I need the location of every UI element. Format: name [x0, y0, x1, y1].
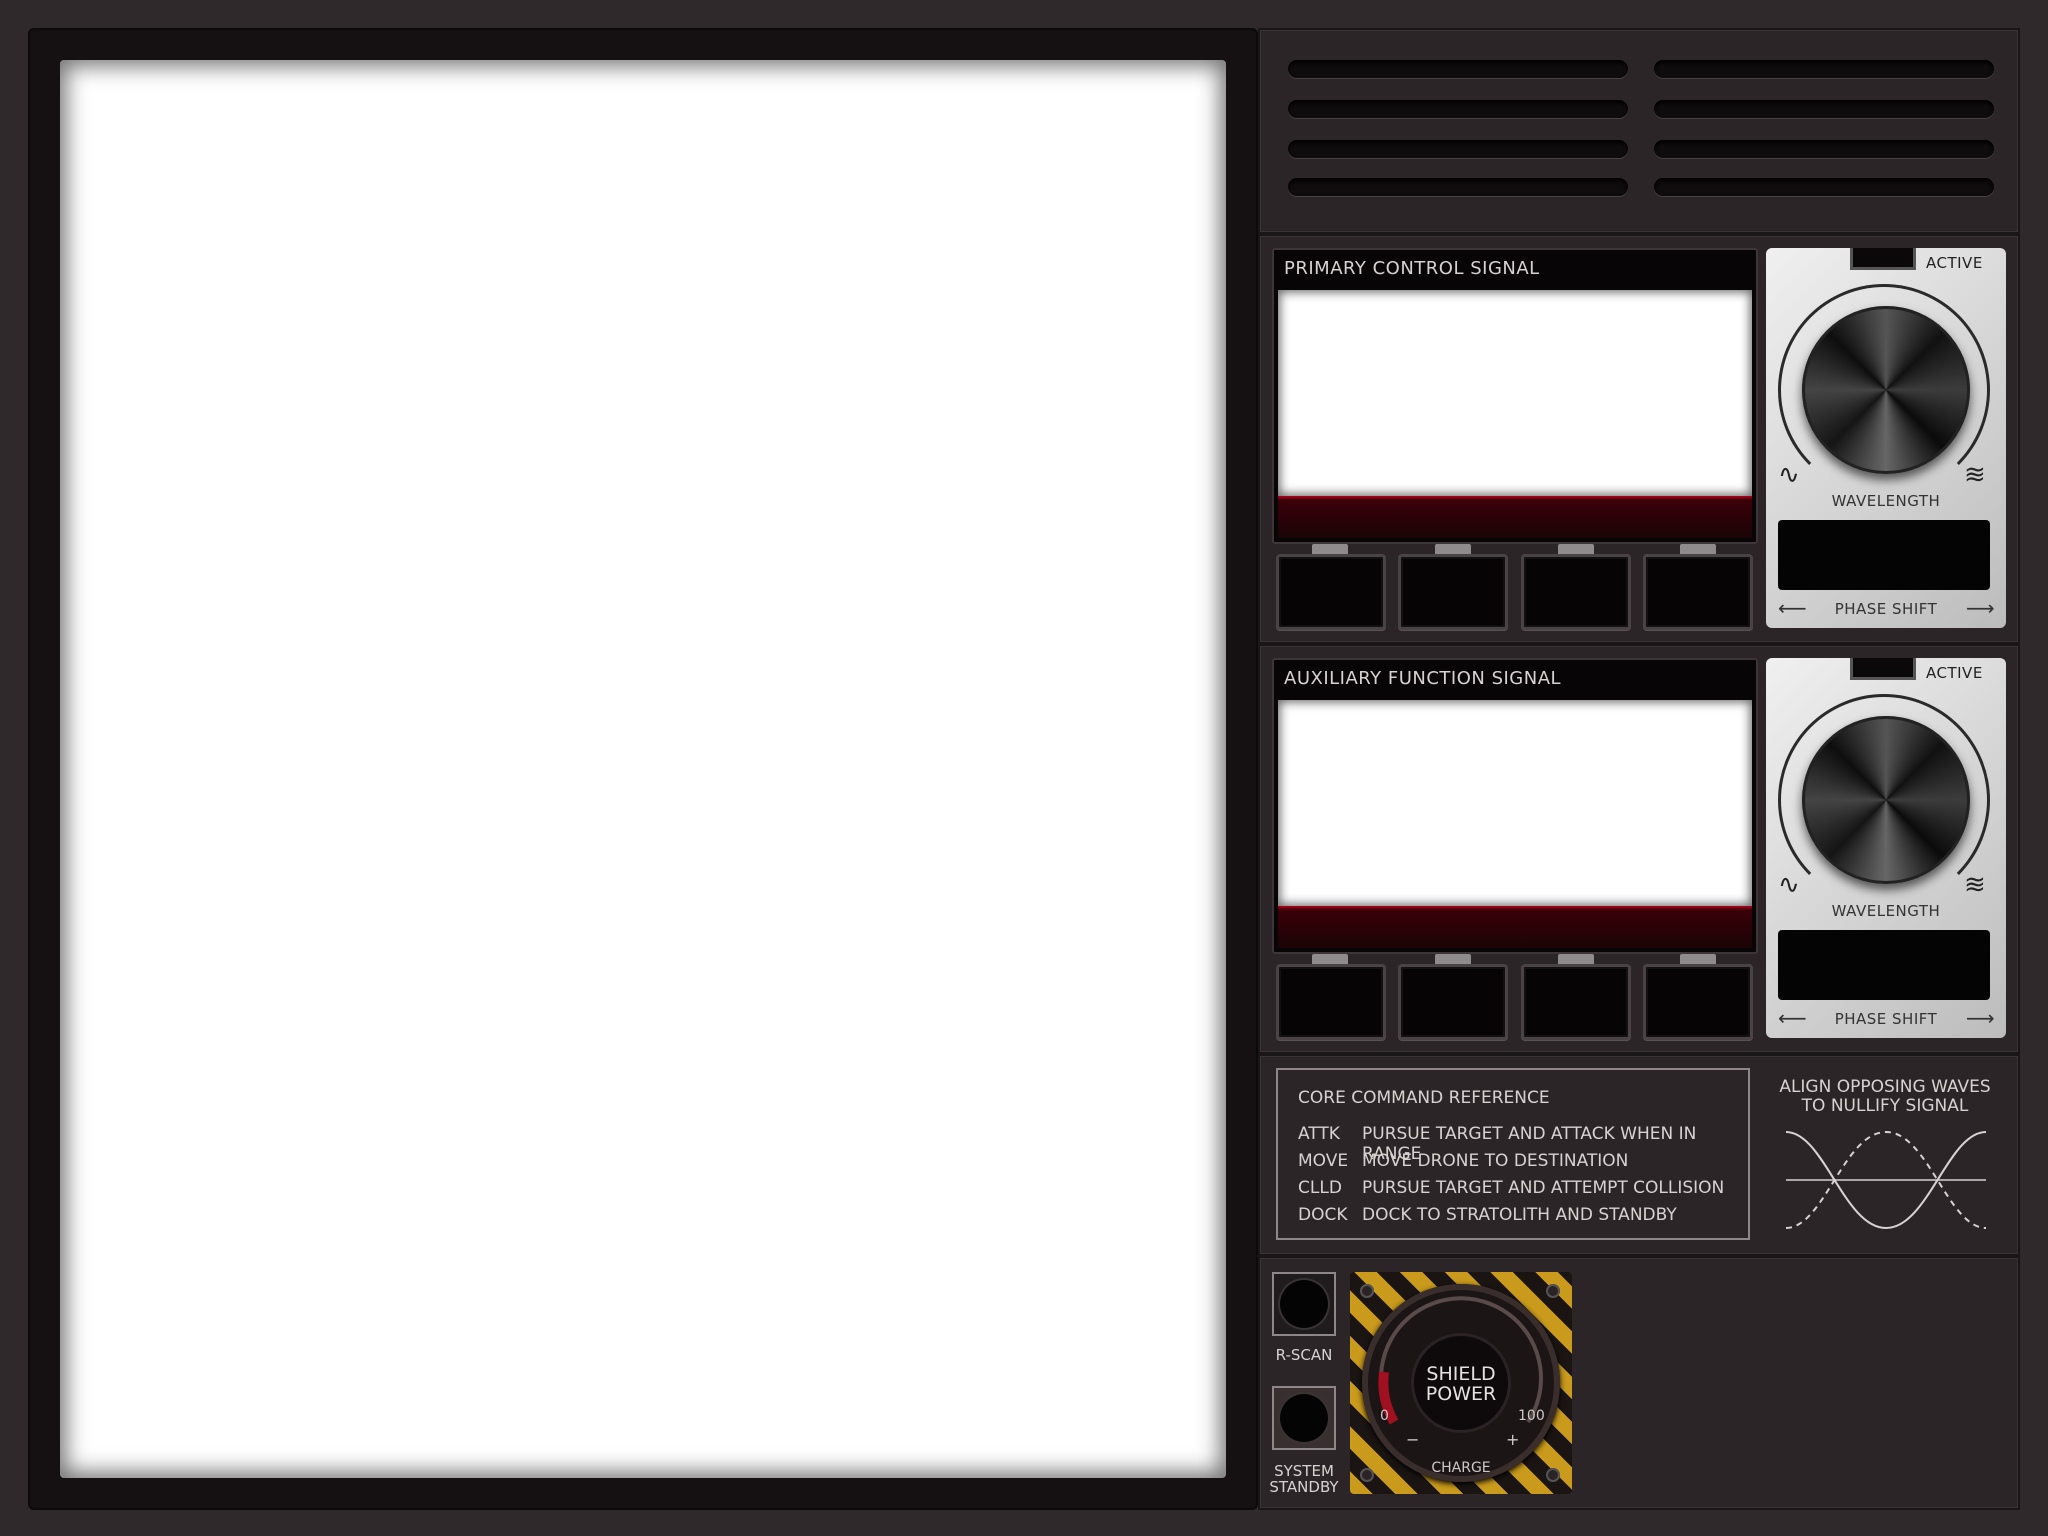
low-frequency-icon: ∿ [1778, 870, 1800, 900]
auxiliary-slot-button-4[interactable] [1643, 964, 1753, 1040]
arrow-right-icon: ⟶ [1966, 596, 1995, 620]
auxiliary-slot-button-1[interactable] [1276, 964, 1386, 1040]
primary-phase-shift-slider[interactable] [1778, 520, 1990, 590]
gauge-min-label: 0 [1380, 1408, 1389, 1424]
primary-signal-display [1278, 290, 1752, 496]
high-frequency-icon: ≋ [1964, 870, 1986, 900]
slot-indicator [1435, 544, 1471, 554]
auxiliary-signal-title: AUXILIARY FUNCTION SIGNAL [1284, 668, 1562, 689]
slot-indicator [1680, 544, 1716, 554]
auxiliary-slot-button-2[interactable] [1398, 964, 1508, 1040]
slot-indicator [1680, 954, 1716, 964]
hint-line-1: ALIGN OPPOSING WAVES [1779, 1077, 1991, 1097]
primary-slot-button-2[interactable] [1398, 554, 1508, 630]
vent-slot [1288, 140, 1628, 158]
system-standby-label-2: STANDBY [1269, 1478, 1339, 1496]
auxiliary-wavelength-label: WAVELENGTH [1831, 902, 1941, 920]
auxiliary-active-label: ACTIVE [1926, 664, 1983, 682]
vent-panel [1258, 28, 2020, 234]
shield-power-label-1: SHIELD [1426, 1363, 1496, 1385]
system-standby-housing [1272, 1386, 1336, 1450]
primary-active-led [1850, 248, 1916, 270]
slot-indicator [1558, 954, 1594, 964]
command-code: MOVE [1298, 1151, 1349, 1171]
plus-icon: + [1506, 1430, 1520, 1449]
auxiliary-signal-screen: AUXILIARY FUNCTION SIGNAL [1272, 658, 1758, 954]
auxiliary-wavelength-knob[interactable] [1802, 716, 1970, 884]
primary-slot-button-1[interactable] [1276, 554, 1386, 630]
system-standby-button[interactable] [1280, 1394, 1328, 1442]
r-scan-label: R-SCAN [1275, 1346, 1333, 1364]
primary-knob-panel: ACTIVE ∿ ≋ WAVELENGTH ⟵ PHASE SHIFT ⟶ [1766, 248, 2006, 628]
auxiliary-phase-shift-slider[interactable] [1778, 930, 1990, 1000]
command-code: CLLD [1298, 1178, 1342, 1198]
primary-signal-screen: PRIMARY CONTROL SIGNAL [1272, 248, 1758, 544]
reference-title: CORE COMMAND REFERENCE [1298, 1088, 1550, 1108]
command-code: DOCK [1298, 1205, 1348, 1225]
command-description: MOVE DRONE TO DESTINATION [1362, 1151, 1629, 1171]
slot-indicator [1312, 954, 1348, 964]
auxiliary-knob-panel: ACTIVE ∿ ≋ WAVELENGTH ⟵ PHASE SHIFT ⟶ [1766, 658, 2006, 1038]
command-description: PURSUE TARGET AND ATTEMPT COLLISION [1362, 1178, 1725, 1198]
primary-active-label: ACTIVE [1926, 254, 1983, 272]
vent-slot [1654, 60, 1994, 78]
r-scan-button[interactable] [1280, 1280, 1328, 1328]
primary-signal-band [1278, 496, 1752, 538]
primary-signal-title: PRIMARY CONTROL SIGNAL [1284, 258, 1540, 279]
high-frequency-icon: ≋ [1964, 460, 1986, 490]
vent-slot [1654, 100, 1994, 118]
slot-indicator [1558, 544, 1594, 554]
command-description: DOCK TO STRATOLITH AND STANDBY [1362, 1205, 1677, 1225]
vent-slot [1288, 100, 1628, 118]
auxiliary-signal-band [1278, 906, 1752, 948]
slot-indicator [1312, 544, 1348, 554]
vent-slot [1288, 178, 1628, 196]
primary-slot-button-4[interactable] [1643, 554, 1753, 630]
command-reference-box: CORE COMMAND REFERENCE ATTK PURSUE TARGE… [1276, 1068, 1750, 1240]
hint-line-2: TO NULLIFY SIGNAL [1801, 1096, 1969, 1116]
low-frequency-icon: ∿ [1778, 460, 1800, 490]
shield-power-label-2: POWER [1425, 1383, 1497, 1405]
slot-indicator [1435, 954, 1471, 964]
arrow-right-icon: ⟶ [1966, 1006, 1995, 1030]
wave-alignment-diagram [1785, 1130, 1987, 1230]
auxiliary-active-led [1850, 658, 1916, 680]
minus-icon: − [1406, 1430, 1420, 1449]
command-code: ATTK [1298, 1124, 1340, 1144]
vent-slot [1654, 140, 1994, 158]
main-display[interactable] [60, 60, 1226, 1478]
primary-wavelength-label: WAVELENGTH [1831, 492, 1941, 510]
vent-slot [1288, 60, 1628, 78]
primary-slot-button-3[interactable] [1521, 554, 1631, 630]
r-scan-housing [1272, 1272, 1336, 1336]
charge-label: CHARGE [1431, 1460, 1491, 1476]
shield-power-gauge[interactable]: SHIELD POWER 0 100 − + CHARGE [1350, 1272, 1572, 1494]
vent-slot [1654, 178, 1994, 196]
gauge-max-label: 100 [1518, 1408, 1545, 1424]
auxiliary-signal-display [1278, 700, 1752, 906]
primary-wavelength-knob[interactable] [1802, 306, 1970, 474]
auxiliary-slot-button-3[interactable] [1521, 964, 1631, 1040]
